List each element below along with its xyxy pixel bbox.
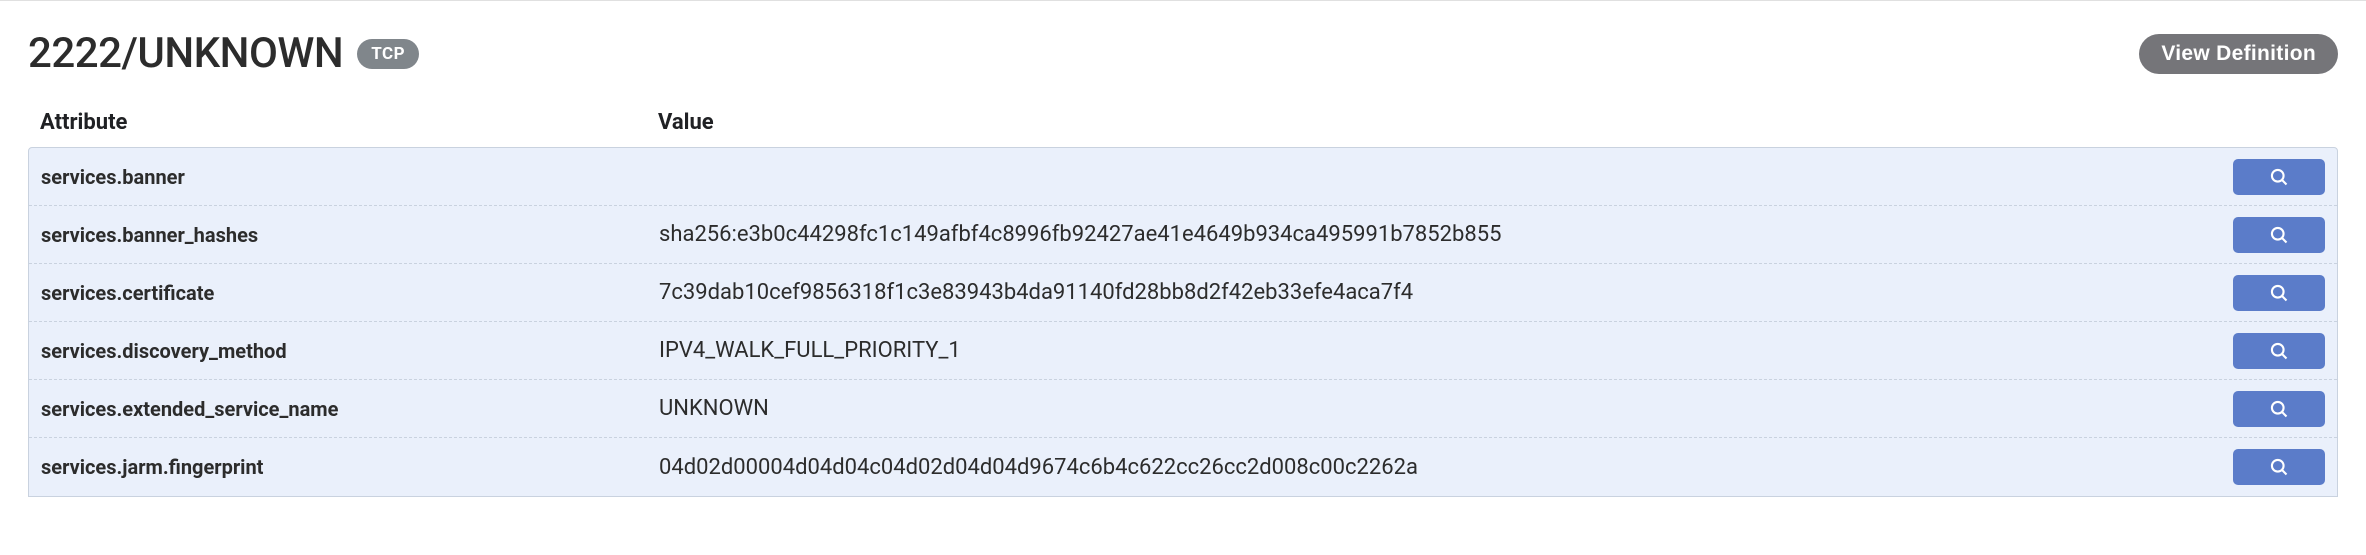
search-button[interactable] [2233,217,2325,253]
cell-value: 7c39dab10cef9856318f1c3e83943b4da91140fd… [659,280,2229,305]
header-row: 2222/UNKNOWN TCP View Definition [28,29,2338,78]
cell-action [2229,275,2325,311]
search-button[interactable] [2233,391,2325,427]
cell-attribute: services.banner [41,165,659,189]
search-button[interactable] [2233,333,2325,369]
cell-action [2229,449,2325,485]
search-button[interactable] [2233,275,2325,311]
table-row: services.banner_hashes sha256:e3b0c44298… [29,206,2337,264]
view-definition-button[interactable]: View Definition [2139,34,2338,74]
top-divider [0,0,2366,1]
cell-attribute: services.jarm.fingerprint [41,455,659,479]
cell-value: IPV4_WALK_FULL_PRIORITY_1 [659,338,2229,363]
page-container: 2222/UNKNOWN TCP View Definition Attribu… [0,29,2366,497]
page-title: 2222/UNKNOWN [28,29,343,78]
table-row: services.discovery_method IPV4_WALK_FULL… [29,322,2337,380]
search-icon [2269,225,2289,245]
column-header-attribute: Attribute [40,110,658,135]
table-row: services.banner [29,148,2337,206]
table-body: services.banner services.banner_hashes s… [28,147,2338,497]
search-button[interactable] [2233,449,2325,485]
search-icon [2269,283,2289,303]
search-icon [2269,167,2289,187]
search-icon [2269,341,2289,361]
table-row: services.extended_service_name UNKNOWN [29,380,2337,438]
cell-action [2229,391,2325,427]
cell-attribute: services.certificate [41,281,659,305]
table-row: services.certificate 7c39dab10cef9856318… [29,264,2337,322]
cell-action [2229,159,2325,195]
cell-attribute: services.discovery_method [41,339,659,363]
cell-value: 04d02d00004d04d04c04d02d04d04d9674c6b4c6… [659,455,2229,480]
cell-attribute: services.banner_hashes [41,223,659,247]
cell-attribute: services.extended_service_name [41,397,659,421]
protocol-badge: TCP [357,39,419,69]
cell-action [2229,333,2325,369]
table-header: Attribute Value [28,100,2338,147]
column-header-value: Value [658,110,2326,135]
search-button[interactable] [2233,159,2325,195]
cell-action [2229,217,2325,253]
search-icon [2269,457,2289,477]
cell-value: sha256:e3b0c44298fc1c149afbf4c8996fb9242… [659,222,2229,247]
cell-value: UNKNOWN [659,396,2229,421]
table-row: services.jarm.fingerprint 04d02d00004d04… [29,438,2337,496]
search-icon [2269,399,2289,419]
title-group: 2222/UNKNOWN TCP [28,29,419,78]
